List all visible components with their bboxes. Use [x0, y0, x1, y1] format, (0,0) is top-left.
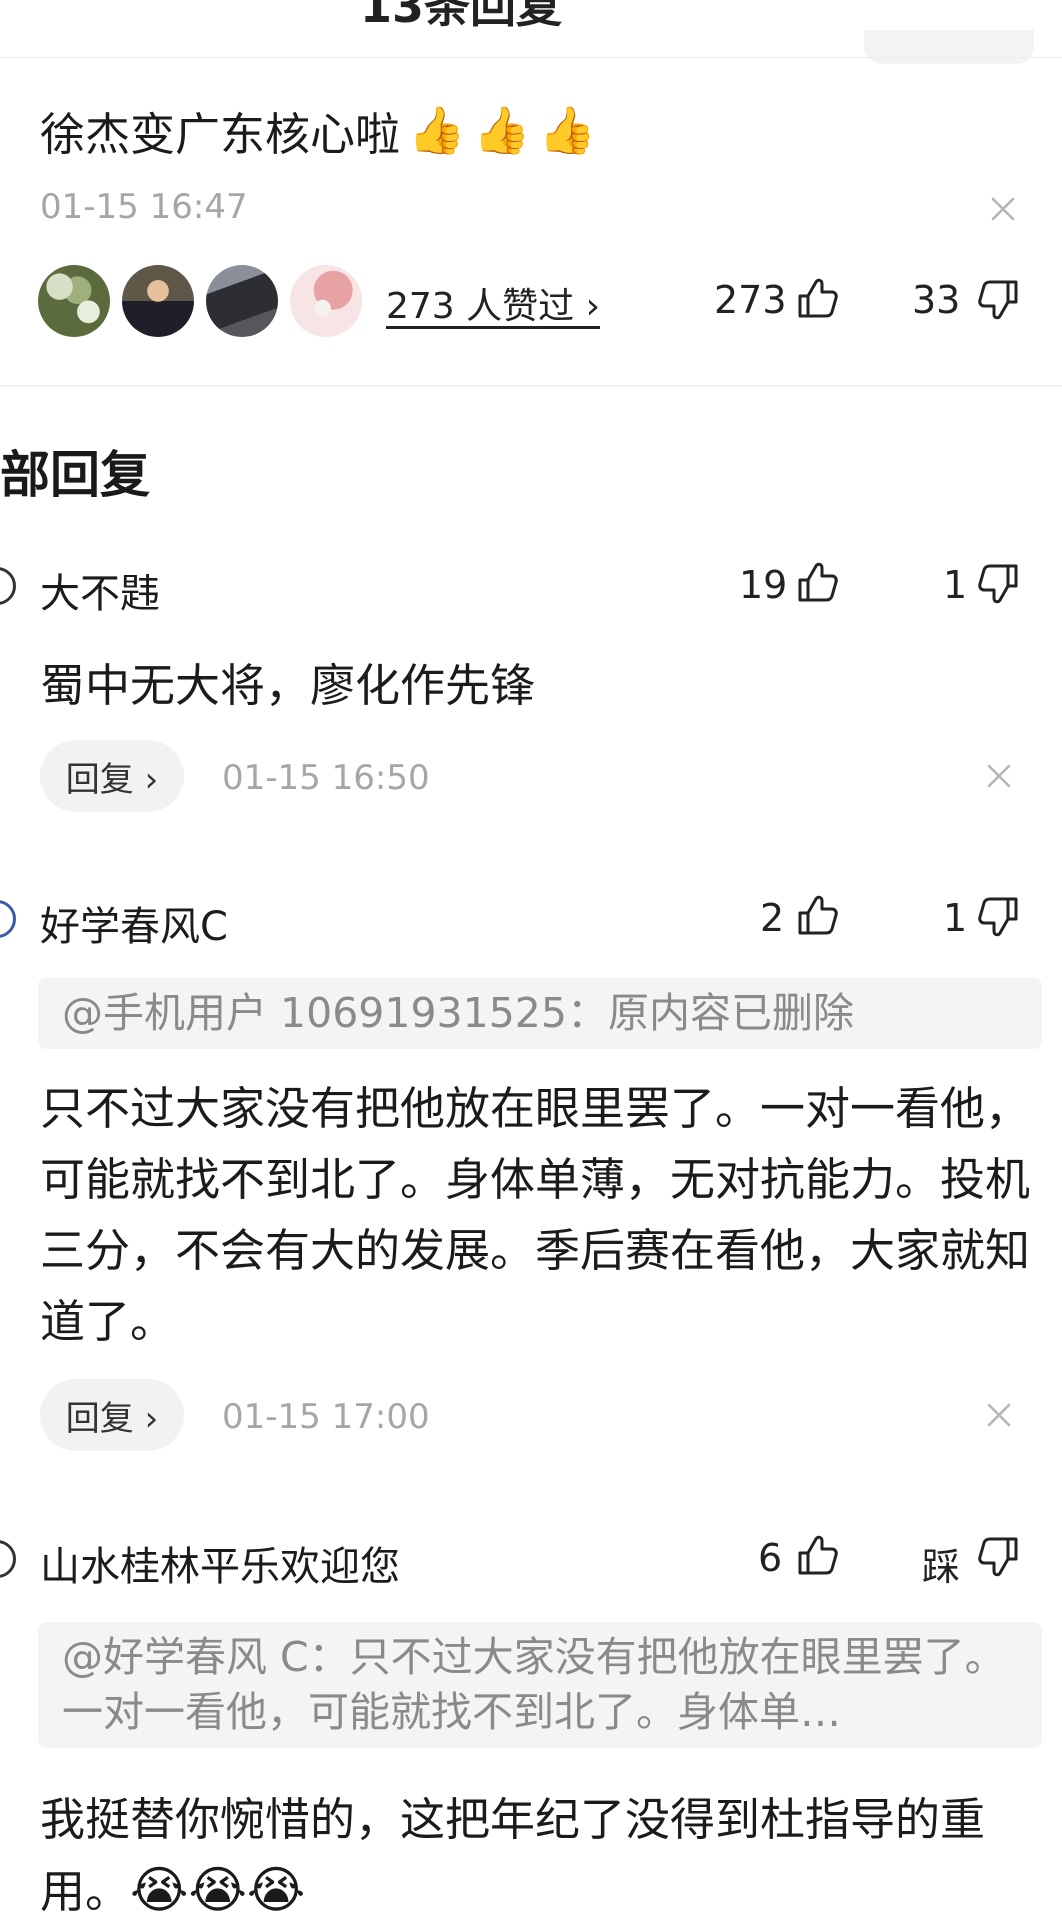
reply-text: 蜀中无大将，廖化作先锋	[40, 659, 536, 712]
thumbs-down-icon[interactable]	[976, 276, 1022, 322]
avatar[interactable]	[0, 1540, 16, 1578]
reply-button[interactable]: 回复 ›	[40, 740, 184, 812]
avatar[interactable]	[0, 567, 16, 605]
close-icon[interactable]	[984, 761, 1014, 791]
thumbs-up-icon[interactable]	[794, 1533, 840, 1579]
top-divider	[0, 57, 1062, 58]
quoted-reply[interactable]: @好学春风 C：只不过大家没有把他放在眼里罢了。一对一看他，可能就找不到北了。身…	[38, 1622, 1042, 1748]
dislike-count: 1	[943, 896, 968, 940]
dislike-count: 33	[912, 278, 961, 322]
dislike-label: 踩	[922, 1545, 961, 1589]
reply-text: 只不过大家没有把他放在眼里罢了。一对一看他，可能就找不到北了。身体单薄，无对抗能…	[40, 1082, 1031, 1348]
reply-text: 我挺替你惋惜的，这把年纪了没得到杜指导的重用。😭😭😭	[40, 1784, 1030, 1927]
avatar[interactable]	[290, 265, 362, 337]
like-count: 2	[760, 896, 785, 940]
section-divider	[0, 385, 1062, 387]
quoted-reply[interactable]: @手机用户 10691931525：原内容已删除	[38, 978, 1042, 1049]
like-count: 273	[714, 278, 787, 322]
likers-link[interactable]: 273 人赞过 ›	[386, 277, 600, 329]
thumbs-down-icon[interactable]	[976, 1533, 1022, 1579]
close-icon[interactable]	[988, 194, 1018, 224]
thumbs-up-icon[interactable]	[794, 560, 840, 606]
top-pill	[864, 30, 1034, 64]
reply-username[interactable]: 山水桂林平乐欢迎您	[40, 1534, 400, 1592]
page-title: 13条回复	[360, 0, 563, 33]
avatar[interactable]	[122, 265, 194, 337]
reply-username[interactable]: 大不韪	[40, 561, 160, 619]
reply-timestamp: 01-15 17:00	[222, 1397, 430, 1437]
thumbs-up-emoji: 👍	[408, 103, 466, 157]
like-count: 6	[758, 1536, 783, 1580]
section-title: 部回复	[0, 446, 150, 504]
liker-avatars[interactable]	[38, 265, 362, 337]
thumbs-up-emoji: 👍	[473, 103, 531, 157]
thumbs-down-icon[interactable]	[976, 560, 1022, 606]
avatar[interactable]	[38, 265, 110, 337]
avatar[interactable]	[206, 265, 278, 337]
crying-emoji: 😭	[130, 1861, 189, 1919]
close-icon[interactable]	[984, 1400, 1014, 1430]
crying-emoji: 😭	[188, 1861, 247, 1919]
dislike-count: 1	[943, 563, 968, 607]
thumbs-up-icon[interactable]	[794, 276, 840, 322]
reply-button[interactable]: 回复 ›	[40, 1379, 184, 1451]
main-comment-text: 徐杰变广东核心啦 👍 👍 👍	[40, 98, 596, 163]
like-count: 19	[739, 563, 788, 607]
crying-emoji: 😭	[246, 1861, 306, 1919]
avatar[interactable]	[0, 900, 16, 938]
main-comment-body: 徐杰变广东核心啦	[40, 108, 401, 161]
thumbs-up-icon[interactable]	[794, 893, 840, 939]
thumbs-down-icon[interactable]	[976, 893, 1022, 939]
main-comment-timestamp: 01-15 16:47	[40, 187, 248, 227]
reply-timestamp: 01-15 16:50	[222, 758, 430, 798]
reply-username[interactable]: 好学春风C	[40, 894, 228, 952]
thumbs-up-emoji: 👍	[538, 103, 596, 157]
